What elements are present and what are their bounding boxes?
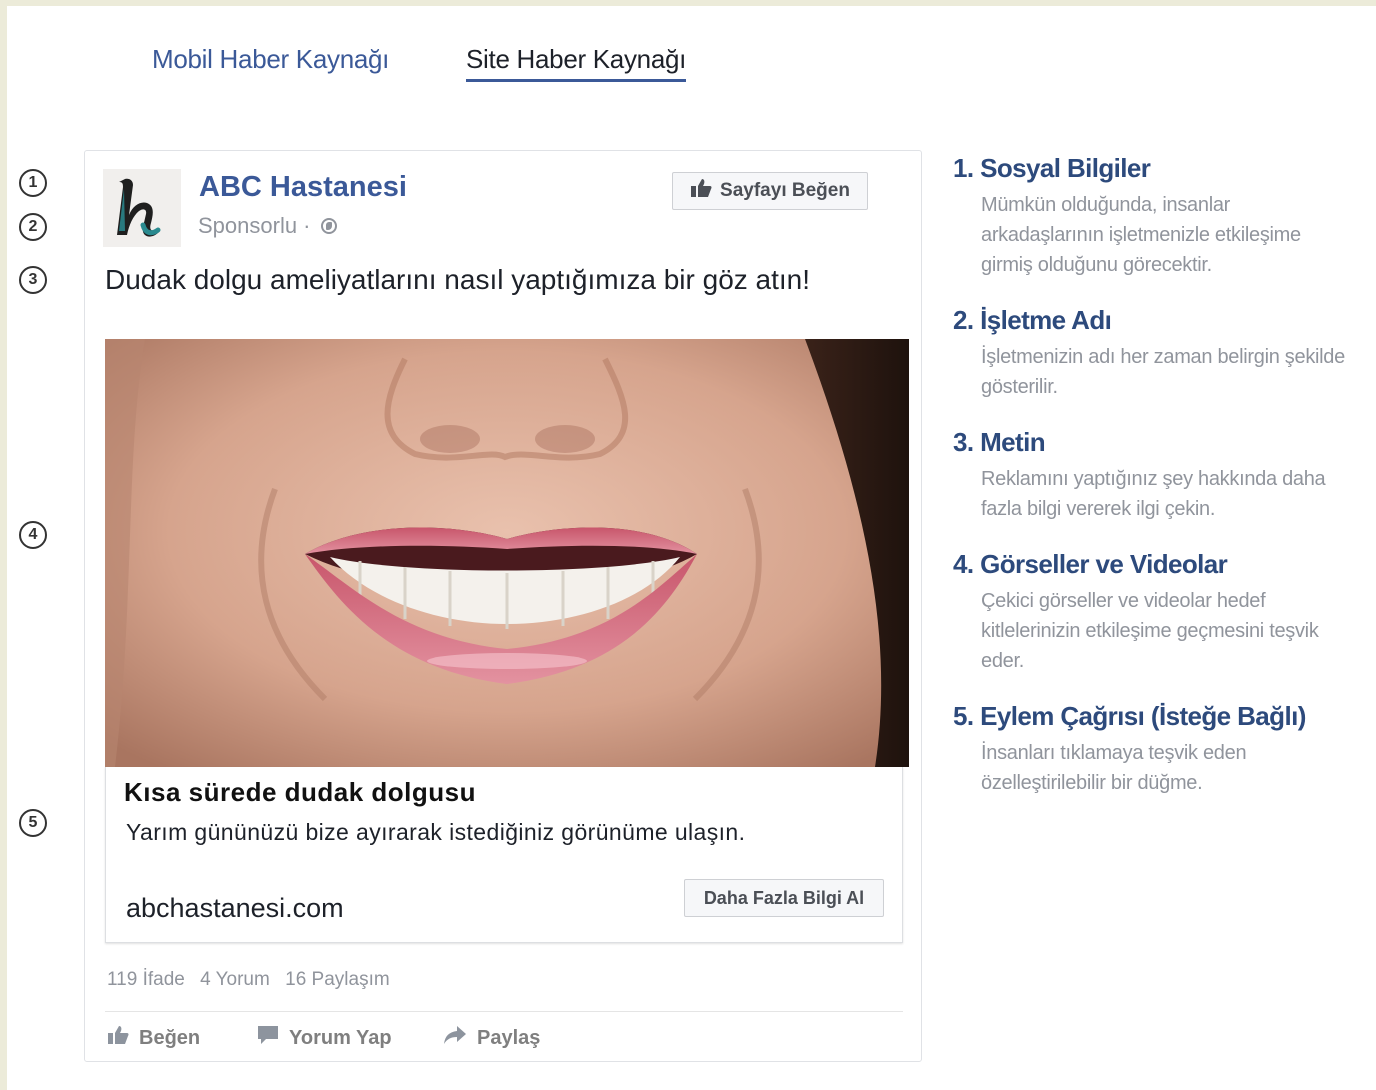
comment-button[interactable]: Yorum Yap [257, 1025, 443, 1051]
annotation-text: 3. Metin Reklamını yaptığınız şey hakkın… [953, 424, 1353, 524]
share-label: Paylaş [477, 1026, 541, 1049]
page-avatar[interactable] [103, 169, 181, 247]
like-button[interactable]: Beğen [107, 1025, 257, 1051]
share-button[interactable]: Paylaş [443, 1025, 540, 1051]
thumbs-up-icon [690, 178, 712, 204]
cta-button[interactable]: Daha Fazla Bilgi Al [684, 879, 884, 917]
annotation-images-videos: 4. Görseller ve Videolar Çekici görselle… [953, 546, 1353, 676]
annotation-body: İnsanları tıklamaya teşvik eden özelleşt… [981, 742, 1247, 794]
annotation-title: 4. Görseller ve Videolar [953, 549, 1228, 579]
annotation-title: 3. Metin [953, 427, 1046, 457]
sponsored-text: Sponsorlu · [198, 213, 311, 238]
share-arrow-icon [443, 1025, 467, 1051]
annotation-body: Mümkün olduğunda, insanlar arkadaşlarını… [981, 194, 1301, 276]
annotation-body: Reklamını yaptığınız şey hakkında daha f… [981, 468, 1326, 520]
engagement-stats: 119 İfade 4 Yorum 16 Paylaşım [107, 969, 400, 991]
marker-1: 1 [19, 169, 47, 197]
marker-4: 4 [19, 521, 47, 549]
annotation-call-to-action: 5. Eylem Çağrısı (İsteğe Bağlı) İnsanlar… [953, 698, 1353, 798]
like-label: Beğen [139, 1026, 201, 1049]
ad-preview-card: ABC Hastanesi Sponsorlu · Sayfayı Beğen … [84, 150, 922, 1062]
actions-divider [105, 1011, 903, 1012]
link-headline[interactable]: Kısa sürede dudak dolgusu [124, 777, 476, 808]
annotation-list: 1. Sosyal Bilgiler Mümkün olduğunda, ins… [953, 150, 1353, 820]
ad-image[interactable] [105, 339, 909, 767]
comments-count[interactable]: 4 Yorum [200, 969, 270, 990]
frame-left-border [0, 0, 7, 1090]
globe-icon [320, 218, 337, 234]
thumbs-up-icon [107, 1025, 129, 1051]
comment-icon [257, 1025, 279, 1051]
frame-top-border [0, 0, 1376, 6]
annotation-social-info: 1. Sosyal Bilgiler Mümkün olduğunda, ins… [953, 150, 1353, 280]
sponsored-label: Sponsorlu · [198, 213, 337, 239]
post-actions: Beğen Yorum Yap Paylaş [107, 1025, 540, 1051]
reactions-count[interactable]: 119 İfade [107, 969, 185, 990]
link-domain: abchastanesi.com [126, 893, 344, 923]
like-page-button[interactable]: Sayfayı Beğen [672, 172, 868, 210]
marker-3: 3 [19, 266, 47, 294]
annotation-business-name: 2. İşletme Adı İşletmenizin adı her zama… [953, 302, 1353, 402]
marker-2: 2 [19, 213, 47, 241]
marker-5: 5 [19, 809, 47, 837]
annotation-body: Çekici görseller ve videolar hedef kitle… [981, 590, 1319, 672]
tab-mobile-feed[interactable]: Mobil Haber Kaynağı [152, 44, 389, 79]
comment-label: Yorum Yap [289, 1026, 392, 1049]
annotation-title: 2. İşletme Adı [953, 305, 1112, 335]
link-description: Yarım gününüzü bize ayırarak istediğiniz… [126, 819, 746, 845]
shares-count[interactable]: 16 Paylaşım [285, 969, 390, 990]
post-text: Dudak dolgu ameliyatlarını nasıl yaptığı… [105, 264, 811, 295]
annotation-body: İşletmenizin adı her zaman belirgin şeki… [981, 346, 1345, 398]
annotation-title: 1. Sosyal Bilgiler [953, 153, 1151, 183]
like-page-label: Sayfayı Beğen [720, 180, 850, 201]
link-preview[interactable]: Kısa sürede dudak dolgusu Yarım gününüzü… [105, 767, 903, 943]
tab-desktop-feed[interactable]: Site Haber Kaynağı [466, 44, 686, 82]
annotation-title: 5. Eylem Çağrısı (İsteğe Bağlı) [953, 701, 1306, 731]
page-name[interactable]: ABC Hastanesi [199, 171, 407, 204]
